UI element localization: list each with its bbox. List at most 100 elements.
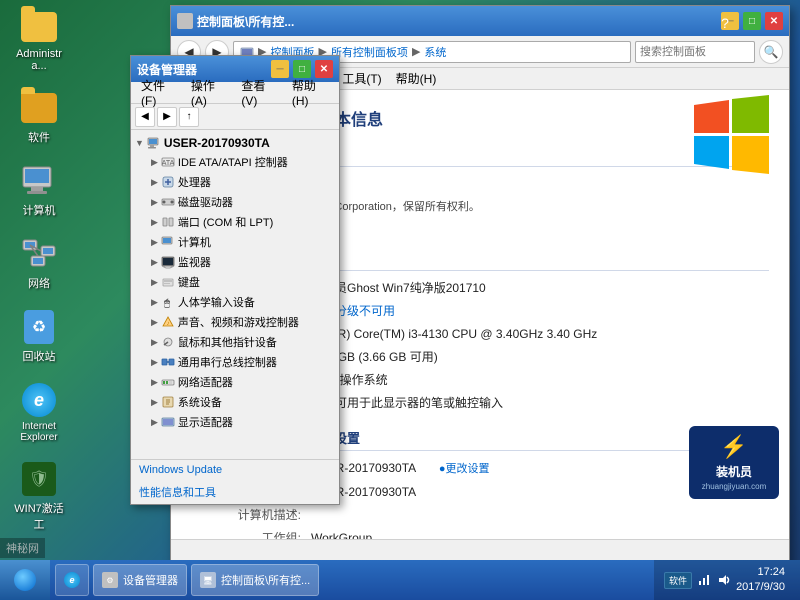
cp-help-button[interactable]: ?	[716, 14, 734, 32]
workgroup-value: WorkGroup	[311, 529, 769, 540]
shenmi-watermark: 神秘网	[0, 538, 45, 558]
dm-toolbar-back[interactable]: ◀	[135, 107, 155, 127]
dm-toolbar-forward[interactable]: ▶	[157, 107, 177, 127]
admin-icon-label: Administra...	[9, 48, 69, 72]
tree-item-5[interactable]: ▶ 监视器	[135, 252, 335, 272]
recycle-bin-icon: ♻	[21, 309, 57, 345]
tree-item-icon-1	[161, 175, 175, 189]
zjy-url: zhuangjiyuan.com	[697, 482, 771, 491]
tree-item-12[interactable]: ▶ 系统设备	[135, 392, 335, 412]
windows-update-link[interactable]: Windows Update	[131, 460, 339, 480]
dm-menu-view[interactable]: 查看(V)	[235, 75, 284, 110]
software-icon-label: 软件	[28, 129, 50, 145]
breadcrumb-all-items[interactable]: 所有控制面板项	[331, 44, 408, 60]
clock-date: 2017/9/30	[736, 580, 785, 595]
taskbar-device-manager[interactable]: ⚙ 设备管理器	[93, 564, 187, 596]
performance-link[interactable]: 性能信息和工具	[131, 480, 339, 504]
search-button[interactable]: 🔍	[759, 40, 783, 64]
search-input[interactable]	[635, 41, 755, 63]
computer-icon	[21, 163, 57, 199]
systype-value: 64 位操作系统	[311, 371, 769, 389]
desktop-icon-recycle[interactable]: ♻ 回收站	[5, 305, 73, 368]
device-tree: ▼ USER-20170930TA ▶ ATA IDE ATA/ATAPI 控制…	[131, 130, 339, 449]
taskbar-control-panel[interactable]: 🖥 控制面板\所有控...	[191, 564, 319, 596]
tree-item-10[interactable]: ▶ 通用串行总线控制器	[135, 352, 335, 372]
tree-item-1[interactable]: ▶ 处理器	[135, 172, 335, 192]
device-manager-footer: Windows Update 性能信息和工具	[131, 459, 339, 504]
manufacturer-value: 装机员Ghost Win7纯净版201710	[311, 279, 769, 297]
network-icon	[21, 236, 57, 272]
computerdesc-value	[311, 506, 769, 524]
tree-item-13[interactable]: ▶ 显示适配器	[135, 412, 335, 432]
cp-menu-tools[interactable]: 工具(T)	[336, 68, 387, 89]
desktop-icon-network[interactable]: 网络	[5, 232, 73, 295]
tree-item-icon-7: 🖱	[161, 295, 175, 309]
desktop-icon-software[interactable]: 软件	[5, 86, 73, 149]
taskbar-cp-label: 控制面板\所有控...	[221, 572, 310, 588]
svg-text:ATA: ATA	[162, 160, 175, 167]
tree-item-11[interactable]: ▶ 网络适配器	[135, 372, 335, 392]
zhuangjiyuan-logo: ⚡ 装机员 zhuangjiyuan.com	[689, 426, 779, 499]
breadcrumb-system[interactable]: 系统	[424, 44, 446, 60]
computerdesc-row: 计算机描述:	[191, 506, 769, 524]
windows7-logo	[689, 90, 779, 180]
rating-value[interactable]: 系统分级不可用	[311, 302, 769, 320]
cp-maximize-button[interactable]: □	[743, 12, 761, 30]
ie-icon-label: InternetExplorer	[20, 421, 57, 443]
tray-software-icon[interactable]: 软件	[664, 572, 692, 589]
tree-item-icon-13	[161, 415, 175, 429]
desktop-icon-admin[interactable]: Administra...	[5, 5, 73, 76]
tree-item-8[interactable]: ▶ ♪ 声音、视频和游戏控制器	[135, 312, 335, 332]
tree-item-icon-10	[161, 355, 175, 369]
svg-text:🖱: 🖱	[164, 297, 170, 309]
desktop: Administra... 软件 计算机	[0, 0, 800, 600]
tree-item-6[interactable]: ▶ 键盘	[135, 272, 335, 292]
clock-time: 17:24	[736, 565, 785, 580]
start-button[interactable]	[0, 560, 50, 600]
taskbar-ie-icon[interactable]: e	[55, 564, 89, 596]
change-settings-link[interactable]: ●更改设置	[439, 463, 490, 475]
tray-sound-icon[interactable]	[716, 572, 732, 588]
win7clean-icon: 🛡	[21, 461, 57, 497]
tree-item-icon-0: ATA	[161, 155, 175, 169]
dm-toolbar-up[interactable]: ↑	[179, 107, 199, 127]
dm-menu-file[interactable]: 文件(F)	[135, 75, 183, 110]
tray-network-icon[interactable]	[696, 572, 712, 588]
computerdesc-label: 计算机描述:	[191, 506, 311, 524]
tree-item-icon-8: ♪	[161, 315, 175, 329]
desktop-icon-computer[interactable]: 计算机	[5, 159, 73, 222]
device-tree-root[interactable]: ▼ USER-20170930TA	[135, 134, 335, 152]
tree-item-4[interactable]: ▶ 计算机	[135, 232, 335, 252]
dm-menu-help[interactable]: 帮助(H)	[286, 75, 335, 110]
tree-item-icon-12	[161, 395, 175, 409]
taskbar: e ⚙ 设备管理器 🖥 控制面板\所有控... 软件 17:24 2017/9/…	[0, 560, 800, 600]
tree-root-arrow: ▼	[135, 138, 144, 148]
clock-area[interactable]: 17:24 2017/9/30	[736, 565, 790, 596]
cp-title-icon	[177, 13, 193, 29]
admin-folder-icon	[21, 9, 57, 45]
computer-icon-label: 计算机	[23, 202, 56, 218]
device-manager-window: 设备管理器 ─ □ ✕ 文件(F) 操作(A) 查看(V) 帮助(H) ◀ ▶ …	[130, 55, 340, 505]
tree-item-9[interactable]: ▶ 鼠标和其他指针设备	[135, 332, 335, 352]
svg-text:🛡: 🛡	[29, 470, 49, 488]
desktop-icon-ie[interactable]: e InternetExplorer	[5, 378, 73, 447]
cp-close-button[interactable]: ✕	[765, 12, 783, 30]
tree-item-7[interactable]: ▶ 🖱 人体学输入设备	[135, 292, 335, 312]
taskbar-dm-icon: ⚙	[102, 572, 118, 588]
ram-value: 4.00 GB (3.66 GB 可用)	[311, 348, 769, 366]
tree-item-icon-4	[161, 235, 175, 249]
cp-menu-help[interactable]: 帮助(H)	[390, 68, 443, 89]
taskbar-ie-img: e	[64, 572, 80, 588]
tree-item-2[interactable]: ▶ 磁盘驱动器	[135, 192, 335, 212]
desktop-icon-win7clean[interactable]: 🛡 WIN7激活工	[5, 457, 73, 536]
zjy-name: 装机员	[697, 463, 771, 480]
tree-item-icon-3	[161, 215, 175, 229]
dm-menu-action[interactable]: 操作(A)	[185, 75, 234, 110]
tree-item-3[interactable]: ▶ 端口 (COM 和 LPT)	[135, 212, 335, 232]
tree-root-label: USER-20170930TA	[164, 136, 270, 150]
tree-item-icon-6	[161, 275, 175, 289]
computer-tree-icon	[147, 136, 161, 150]
desktop-icons-container: Administra... 软件 计算机	[5, 5, 73, 536]
tree-item-0[interactable]: ▶ ATA IDE ATA/ATAPI 控制器	[135, 152, 335, 172]
taskbar-items: e ⚙ 设备管理器 🖥 控制面板\所有控...	[50, 564, 654, 596]
